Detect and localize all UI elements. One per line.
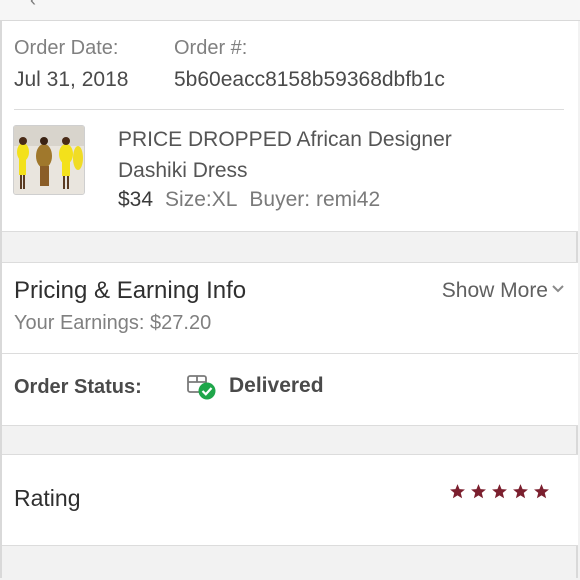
star-icon — [492, 484, 507, 499]
item-price: $34 — [118, 188, 154, 211]
order-card: Order Date: Jul 31, 2018 Order #: 5b60ea… — [2, 21, 578, 232]
divider — [14, 109, 564, 110]
order-status-value: Delivered — [229, 374, 324, 397]
pricing-card: Pricing & Earning Info Your Earnings: $2… — [2, 262, 578, 426]
item-meta: $34 Size:XL Buyer: remi42 — [118, 188, 380, 212]
back-icon[interactable]: ‹ — [30, 0, 36, 11]
star-icon — [450, 484, 465, 499]
rating-stars — [449, 483, 550, 500]
earnings-text: Your Earnings: $27.20 — [14, 312, 212, 334]
star-icon — [513, 484, 528, 499]
show-more-button[interactable]: Show More — [442, 279, 548, 303]
item-size: Size:XL — [165, 188, 238, 211]
chevron-down-icon[interactable] — [552, 283, 564, 295]
rating-label: Rating — [14, 485, 81, 511]
order-number-label: Order #: — [174, 37, 248, 59]
top-bar: ‹ — [0, 0, 580, 21]
pricing-title: Pricing & Earning Info — [14, 277, 247, 304]
order-status-label: Order Status: — [14, 376, 142, 398]
item-title-line1[interactable]: PRICE DROPPED African Designer — [118, 128, 452, 152]
item-thumbnail[interactable] — [13, 125, 85, 195]
rating-card: Rating — [2, 454, 578, 546]
order-date-label: Order Date: — [14, 37, 119, 59]
item-title-line2[interactable]: Dashiki Dress — [118, 159, 248, 183]
divider — [2, 353, 578, 354]
item-buyer: Buyer: remi42 — [249, 188, 381, 211]
order-number-value: 5b60eacc8158b59368dbfb1c — [174, 68, 445, 91]
delivered-box-check-icon — [187, 375, 216, 400]
star-icon — [534, 484, 549, 499]
order-date-value: Jul 31, 2018 — [14, 68, 129, 91]
star-icon — [471, 484, 486, 499]
